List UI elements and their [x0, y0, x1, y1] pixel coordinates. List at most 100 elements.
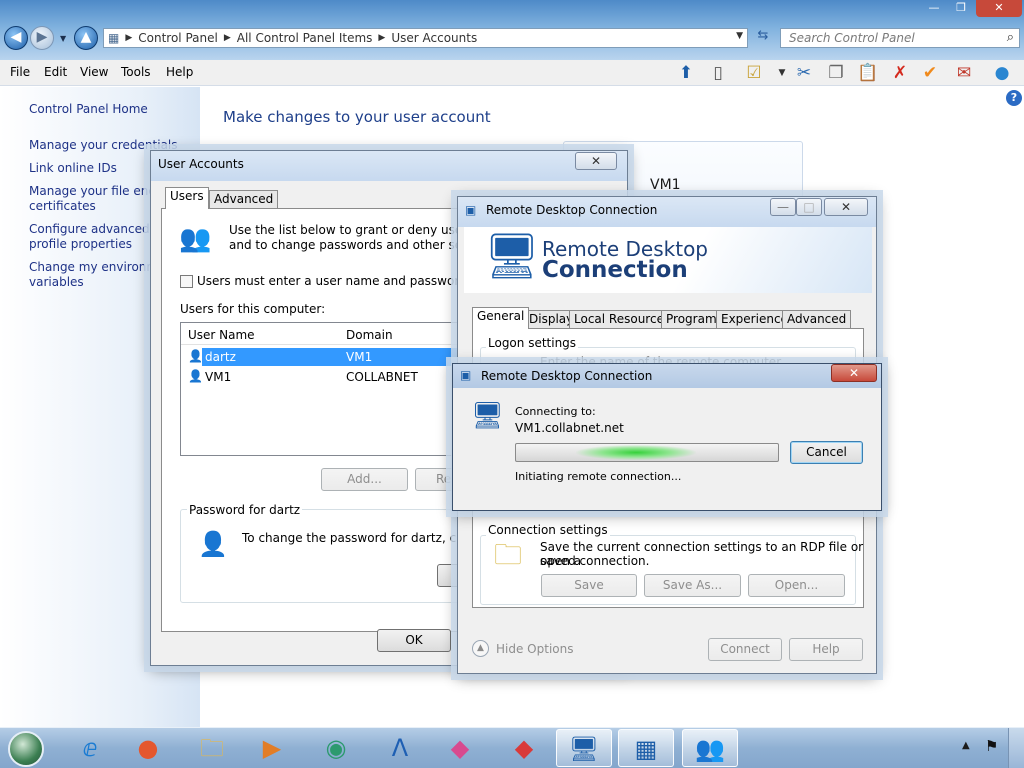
user-password-icon: 👤 — [198, 530, 228, 558]
control-panel-icon[interactable]: ▦ — [618, 729, 674, 767]
dialog-title: Remote Desktop Connection — [486, 203, 658, 217]
fox-icon[interactable]: ◆ — [432, 729, 488, 767]
action-center-flag-icon[interactable]: ⚑ — [985, 737, 998, 755]
account-name: VM1 — [650, 177, 681, 193]
sidebar-control-panel-home[interactable]: Control Panel Home — [29, 102, 199, 117]
search-icon: ⌕ — [1006, 30, 1014, 45]
help-icon[interactable]: ? — [1006, 90, 1022, 106]
breadcrumb-control-panel[interactable]: Control Panel — [138, 31, 218, 45]
domain-cell: VM1 — [346, 350, 373, 364]
require-password-label: Users must enter a user name and passwor… — [197, 274, 501, 288]
column-header-domain[interactable]: Domain — [346, 328, 393, 342]
app-icon[interactable]: ◉ — [308, 729, 364, 767]
tray-expand-icon[interactable]: ▲ — [962, 740, 970, 751]
page-title: Make changes to your user account — [223, 108, 491, 126]
up-icon[interactable]: ⬆ — [674, 62, 698, 84]
back-button[interactable]: ◀ — [4, 26, 28, 50]
menu-view[interactable]: View — [80, 65, 108, 79]
up-arrow-icon: ▲ — [80, 29, 92, 45]
dialog-maximize-button[interactable]: □ — [796, 198, 822, 216]
remote-desktop-monitor-icon: 🖥 — [471, 401, 505, 431]
cancel-button[interactable]: Cancel — [790, 441, 863, 464]
connection-settings-label: Connection settings — [486, 523, 610, 537]
users-list[interactable]: User Name Domain 👤 dartz VM1 👤 VM1 COLLA… — [180, 322, 470, 456]
open-button[interactable]: Open... — [748, 574, 845, 597]
password-group-label: Password for dartz — [187, 503, 303, 517]
checkmark-icon[interactable]: ✔ — [918, 62, 942, 84]
up-button[interactable]: ▲ — [74, 26, 98, 50]
delete-icon[interactable]: ✗ — [888, 62, 912, 84]
connecting-dialog: ▣ Remote Desktop Connection ✕ 🖥 Connecti… — [452, 363, 882, 511]
save-button[interactable]: Save — [541, 574, 637, 597]
user-accounts-icon[interactable]: 👥 — [682, 729, 738, 767]
connecting-to-label: Connecting to: — [515, 405, 596, 418]
dialog-title: User Accounts — [158, 157, 244, 171]
menu-edit[interactable]: Edit — [44, 65, 67, 79]
hide-options-link[interactable]: Hide Options — [496, 642, 573, 656]
logon-settings-label: Logon settings — [486, 336, 579, 350]
remote-desktop-monitor-icon: 🖥 — [484, 231, 540, 282]
globe-icon[interactable]: ● — [990, 62, 1014, 84]
copy-icon[interactable]: ❐ — [824, 62, 848, 84]
close-button[interactable]: ✕ — [976, 0, 1022, 17]
recent-pages-dropdown-icon[interactable]: ▼ — [60, 34, 66, 43]
chevron-down-icon[interactable]: ▼ — [770, 62, 794, 84]
menu-help[interactable]: Help — [166, 65, 193, 79]
dialog-close-button[interactable]: ✕ — [831, 364, 877, 382]
maximize-button[interactable]: ❐ — [948, 0, 974, 17]
breadcrumb-all-items[interactable]: All Control Panel Items — [237, 31, 373, 45]
progress-indicator — [576, 445, 696, 460]
connection-status: Initiating remote connection... — [515, 470, 682, 483]
tab-users[interactable]: Users — [165, 187, 209, 209]
tab-advanced[interactable]: Advanced — [782, 310, 852, 329]
taskbar: ⅇ ● 🗀 ▶ ◉ Λ ◆ ◆ 🖥 ▦ 👥 — [0, 727, 1024, 768]
user-name-cell: VM1 — [205, 370, 232, 384]
mail-icon[interactable]: ✉ — [952, 62, 976, 84]
column-header-user-name[interactable]: User Name — [188, 328, 255, 342]
paste-icon[interactable]: 📋 — [856, 62, 880, 84]
menu-file[interactable]: File — [10, 65, 30, 79]
password-text: To change the password for dartz, click … — [242, 531, 489, 545]
user-icon: 👤 — [188, 349, 203, 363]
ok-button[interactable]: OK — [377, 629, 451, 652]
refresh-button[interactable]: ⇆ — [752, 28, 774, 48]
domain-user-icon: 👤 — [188, 369, 203, 383]
intro-text-line2: and to change passwords and other settin… — [229, 238, 491, 252]
tab-general[interactable]: General — [472, 307, 530, 329]
forward-arrow-icon: ▶ — [36, 29, 48, 45]
arrow-app-icon[interactable]: Λ — [372, 729, 428, 767]
folder-check-icon[interactable]: ☑ — [742, 62, 766, 84]
minimize-button[interactable]: — — [920, 0, 948, 17]
start-button[interactable] — [8, 731, 44, 767]
back-arrow-icon: ◀ — [10, 29, 22, 45]
tab-local-resources[interactable]: Local Resources — [569, 310, 676, 329]
address-bar[interactable]: ▦ ▶ Control Panel ▶ All Control Panel It… — [103, 28, 748, 48]
address-dropdown-icon[interactable]: ▼ — [736, 31, 743, 41]
hide-options-icon[interactable]: ▲ — [472, 640, 489, 657]
dialog-close-button[interactable]: ✕ — [575, 152, 617, 170]
help-button[interactable]: Help — [789, 638, 863, 661]
cut-icon[interactable]: ✂ — [792, 62, 816, 84]
file-explorer-icon[interactable]: 🗀 — [184, 729, 240, 767]
add-user-button[interactable]: Add... — [321, 468, 408, 491]
table-row[interactable]: 👤 VM1 COLLABNET — [182, 368, 468, 386]
firefox-icon[interactable]: ● — [120, 729, 176, 767]
remote-desktop-icon[interactable]: 🖥 — [556, 729, 612, 767]
breadcrumb-user-accounts[interactable]: User Accounts — [391, 31, 477, 45]
fox-red-icon[interactable]: ◆ — [496, 729, 552, 767]
media-player-icon[interactable]: ▶ — [244, 729, 300, 767]
dialog-minimize-button[interactable]: — — [770, 198, 796, 216]
table-row[interactable]: 👤 dartz VM1 — [182, 348, 468, 366]
connect-button[interactable]: Connect — [708, 638, 782, 661]
dialog-close-button[interactable]: ✕ — [824, 198, 868, 216]
require-password-checkbox[interactable] — [180, 275, 193, 288]
remote-desktop-small-icon: ▣ — [460, 368, 472, 382]
forward-button[interactable]: ▶ — [30, 26, 54, 50]
internet-explorer-icon[interactable]: ⅇ — [62, 729, 118, 767]
save-as-button[interactable]: Save As... — [644, 574, 741, 597]
search-input[interactable]: Search Control Panel ⌕ — [780, 28, 1020, 48]
pane-icon[interactable]: ▯ — [706, 62, 730, 84]
show-desktop-button[interactable] — [1008, 728, 1024, 768]
tab-advanced[interactable]: Advanced — [209, 190, 279, 209]
menu-tools[interactable]: Tools — [121, 65, 151, 79]
